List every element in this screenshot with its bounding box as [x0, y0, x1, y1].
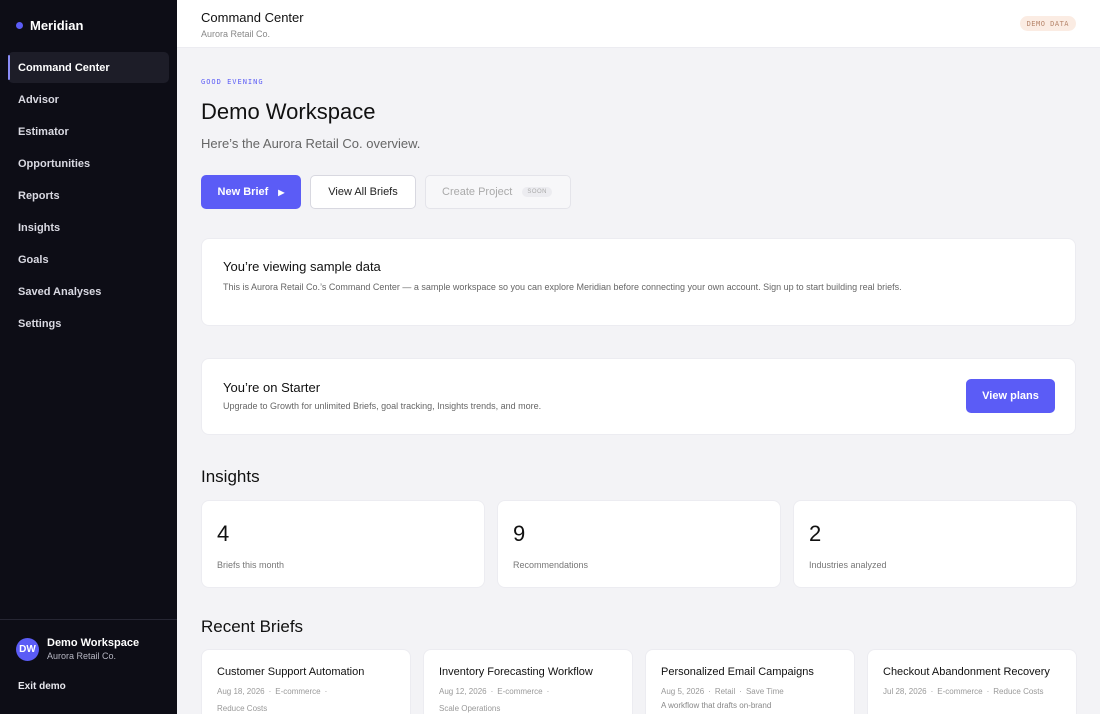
plan-title: You’re on Starter	[223, 380, 321, 395]
user-org: Aurora Retail Co.	[47, 651, 117, 661]
create-project-button: Create Project SOON	[425, 175, 571, 209]
stat-card: 2 Industries analyzed	[793, 500, 1077, 588]
sample-data-card: You’re viewing sample data This is Auror…	[201, 238, 1076, 326]
recent-briefs-heading: Recent Briefs	[201, 617, 304, 636]
sidebar-footer: DW Demo Workspace Aurora Retail Co. Exit…	[0, 619, 177, 714]
sidebar-item-command-center[interactable]: Command Center	[8, 52, 169, 83]
sample-data-title: You’re viewing sample data	[223, 259, 381, 274]
brief-goal: Save Time	[745, 687, 784, 696]
sidebar-item-estimator[interactable]: Estimator	[8, 116, 169, 147]
sidebar-item-saved-analyses[interactable]: Saved Analyses	[8, 276, 169, 307]
main-content: GOOD EVENING Demo Workspace Here’s the A…	[177, 48, 1100, 714]
plan-card: You’re on Starter Upgrade to Growth for …	[201, 358, 1076, 435]
sidebar-item-label: Reports	[18, 189, 60, 202]
new-brief-label: New Brief	[217, 186, 269, 198]
brief-industry: E-commerce	[937, 687, 983, 696]
brief-card[interactable]: Checkout Abandonment Recovery Jul 28, 20…	[867, 649, 1077, 714]
brief-goal: Reduce Costs	[993, 687, 1044, 696]
stat-card: 4 Briefs this month	[201, 500, 485, 588]
sidebar-item-label: Saved Analyses	[18, 285, 102, 298]
stat-label: Recommendations	[513, 560, 589, 570]
view-plans-button[interactable]: View plans	[966, 379, 1055, 413]
sidebar-item-settings[interactable]: Settings	[8, 308, 169, 339]
action-bar: New Brief ▶ View All Briefs Create Proje…	[201, 175, 580, 209]
sidebar-item-advisor[interactable]: Advisor	[8, 84, 169, 115]
stat-card: 9 Recommendations	[497, 500, 781, 588]
brief-date: Aug 12, 2026	[439, 687, 487, 696]
sidebar-item-label: Insights	[18, 221, 61, 234]
demo-data-badge: DEMO DATA	[1019, 16, 1076, 31]
brief-description: A workflow that drafts on-brand	[661, 701, 772, 710]
brief-meta: Jul 28, 2026 · E-commerce · Reduce Costs	[883, 687, 1044, 696]
create-project-label: Create Project	[442, 186, 513, 198]
stat-value: 2	[809, 521, 822, 546]
brand[interactable]: Meridian	[0, 0, 177, 50]
brief-card[interactable]: Inventory Forecasting Workflow Aug 12, 2…	[423, 649, 633, 714]
workspace-subtitle: Here’s the Aurora Retail Co. overview.	[201, 136, 421, 151]
sidebar-item-label: Estimator	[18, 125, 69, 138]
brief-date: Jul 28, 2026	[883, 687, 927, 696]
sidebar-item-label: Settings	[18, 317, 62, 330]
soon-badge: SOON	[522, 187, 552, 197]
sidebar-item-label: Advisor	[18, 93, 59, 106]
exit-demo-link[interactable]: Exit demo	[18, 681, 66, 692]
page-title: Command Center	[201, 10, 304, 25]
brief-meta: Aug 18, 2026 · E-commerce · Reduce Costs	[217, 687, 328, 713]
sidebar-nav: Command Center Advisor Estimator Opportu…	[0, 52, 177, 339]
sidebar-item-insights[interactable]: Insights	[8, 212, 169, 243]
brief-industry: E-commerce	[275, 687, 321, 696]
top-header: Command Center Aurora Retail Co. DEMO DA…	[177, 0, 1100, 48]
brief-goal: Scale Operations	[439, 704, 501, 713]
brief-industry: E-commerce	[497, 687, 543, 696]
stat-label: Briefs this month	[217, 560, 285, 570]
user-profile[interactable]: DW Demo Workspace Aurora Retail Co.	[0, 620, 177, 662]
workspace-title: Demo Workspace	[201, 99, 376, 124]
sidebar: Meridian Command Center Advisor Estimato…	[0, 0, 177, 714]
brief-date: Aug 5, 2026	[661, 687, 705, 696]
new-brief-button[interactable]: New Brief ▶	[201, 175, 301, 209]
view-all-briefs-button[interactable]: View All Briefs	[310, 175, 416, 209]
caret-right-icon: ▶	[278, 187, 285, 197]
stat-value: 4	[217, 521, 230, 546]
brief-industry: Retail	[714, 687, 736, 696]
sample-data-text: This is Aurora Retail Co.’s Command Cent…	[223, 282, 902, 292]
brief-title: Customer Support Automation	[217, 666, 365, 678]
brand-name: Meridian	[30, 17, 84, 33]
stat-label: Industries analyzed	[809, 560, 887, 570]
sidebar-item-opportunities[interactable]: Opportunities	[8, 148, 169, 179]
insights-heading: Insights	[201, 467, 260, 486]
recent-briefs-list: Customer Support Automation Aug 18, 2026…	[201, 649, 1077, 714]
sidebar-item-reports[interactable]: Reports	[8, 180, 169, 211]
sidebar-item-goals[interactable]: Goals	[8, 244, 169, 275]
page-subtitle: Aurora Retail Co.	[201, 29, 271, 39]
brief-card[interactable]: Customer Support Automation Aug 18, 2026…	[201, 649, 411, 714]
brief-title: Inventory Forecasting Workflow	[439, 666, 593, 678]
brief-date: Aug 18, 2026	[217, 687, 265, 696]
avatar: DW	[16, 638, 39, 661]
plan-text: Upgrade to Growth for unlimited Briefs, …	[223, 401, 542, 411]
stat-value: 9	[513, 521, 526, 546]
brief-card[interactable]: Personalized Email Campaigns Aug 5, 2026…	[645, 649, 855, 714]
brief-title: Personalized Email Campaigns	[661, 666, 814, 678]
user-name: Demo Workspace	[47, 637, 140, 649]
sidebar-item-label: Command Center	[18, 61, 110, 74]
brand-logo-icon	[16, 21, 23, 29]
greeting: GOOD EVENING	[201, 78, 264, 86]
insights-stats: 4 Briefs this month 9 Recommendations 2 …	[201, 500, 1077, 588]
brief-meta: Aug 12, 2026 · E-commerce · Scale Operations	[439, 687, 550, 713]
brief-meta: Aug 5, 2026 · Retail · Save Time	[661, 687, 784, 696]
brief-goal: Reduce Costs	[217, 704, 268, 713]
brief-title: Checkout Abandonment Recovery	[883, 666, 1050, 678]
sidebar-item-label: Goals	[18, 253, 49, 266]
sidebar-item-label: Opportunities	[18, 157, 91, 170]
